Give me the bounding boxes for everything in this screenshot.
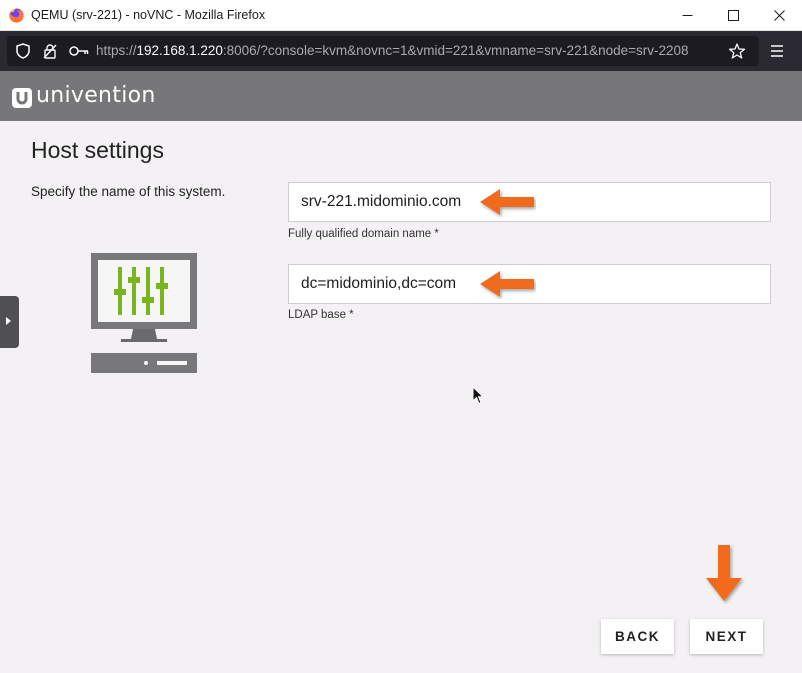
tracking-protection-button[interactable] [14,36,32,66]
brand-name: univention [36,83,156,108]
maximize-button[interactable] [710,0,756,31]
fqdn-label: Fully qualified domain name * [288,228,439,240]
star-icon [729,43,745,59]
url-path: :8006/?console=kvm&novnc=1&vmid=221&vmna… [222,43,689,58]
next-button[interactable]: NEXT [690,619,763,654]
url-host: 192.168.1.220 [136,43,223,58]
site-permissions-button[interactable] [41,36,59,66]
expand-arrow-icon [6,317,11,325]
novnc-sidebar-toggle[interactable] [0,296,19,348]
page-description: Specify the name of this system. [31,184,226,199]
insecure-lock-icon [43,44,57,59]
key-icon [69,46,89,56]
hamburger-menu-icon[interactable] [766,40,788,62]
address-bar[interactable]: https://192.168.1.220:8006/?console=kvm&… [7,36,759,66]
url-text[interactable]: https://192.168.1.220:8006/?console=kvm&… [96,43,726,58]
univention-logo-icon [12,88,32,108]
saved-logins-button[interactable] [68,36,90,66]
ldap-base-label: LDAP base * [288,309,354,321]
mouse-cursor-icon [472,386,484,405]
shield-icon [16,43,30,59]
window-titlebar: QEMU (srv-221) - noVNC - Mozilla Firefox [0,0,802,31]
minimize-button[interactable] [664,0,710,31]
back-button[interactable]: BACK [601,619,674,654]
down-arrow-icon [706,545,742,601]
firefox-icon [9,8,24,23]
minimize-icon [682,15,692,16]
close-button[interactable] [756,0,802,31]
url-scheme: https:// [96,43,137,58]
left-arrow-icon [480,189,534,215]
system-settings-illustration [91,253,197,373]
close-icon [773,10,785,21]
window-title: QEMU (srv-221) - noVNC - Mozilla Firefox [31,8,266,22]
left-arrow-icon [480,271,534,297]
maximize-icon [727,10,739,21]
bookmark-button[interactable] [728,36,746,66]
page-title: Host settings [31,137,164,163]
browser-toolbar: https://192.168.1.220:8006/?console=kvm&… [0,31,802,71]
